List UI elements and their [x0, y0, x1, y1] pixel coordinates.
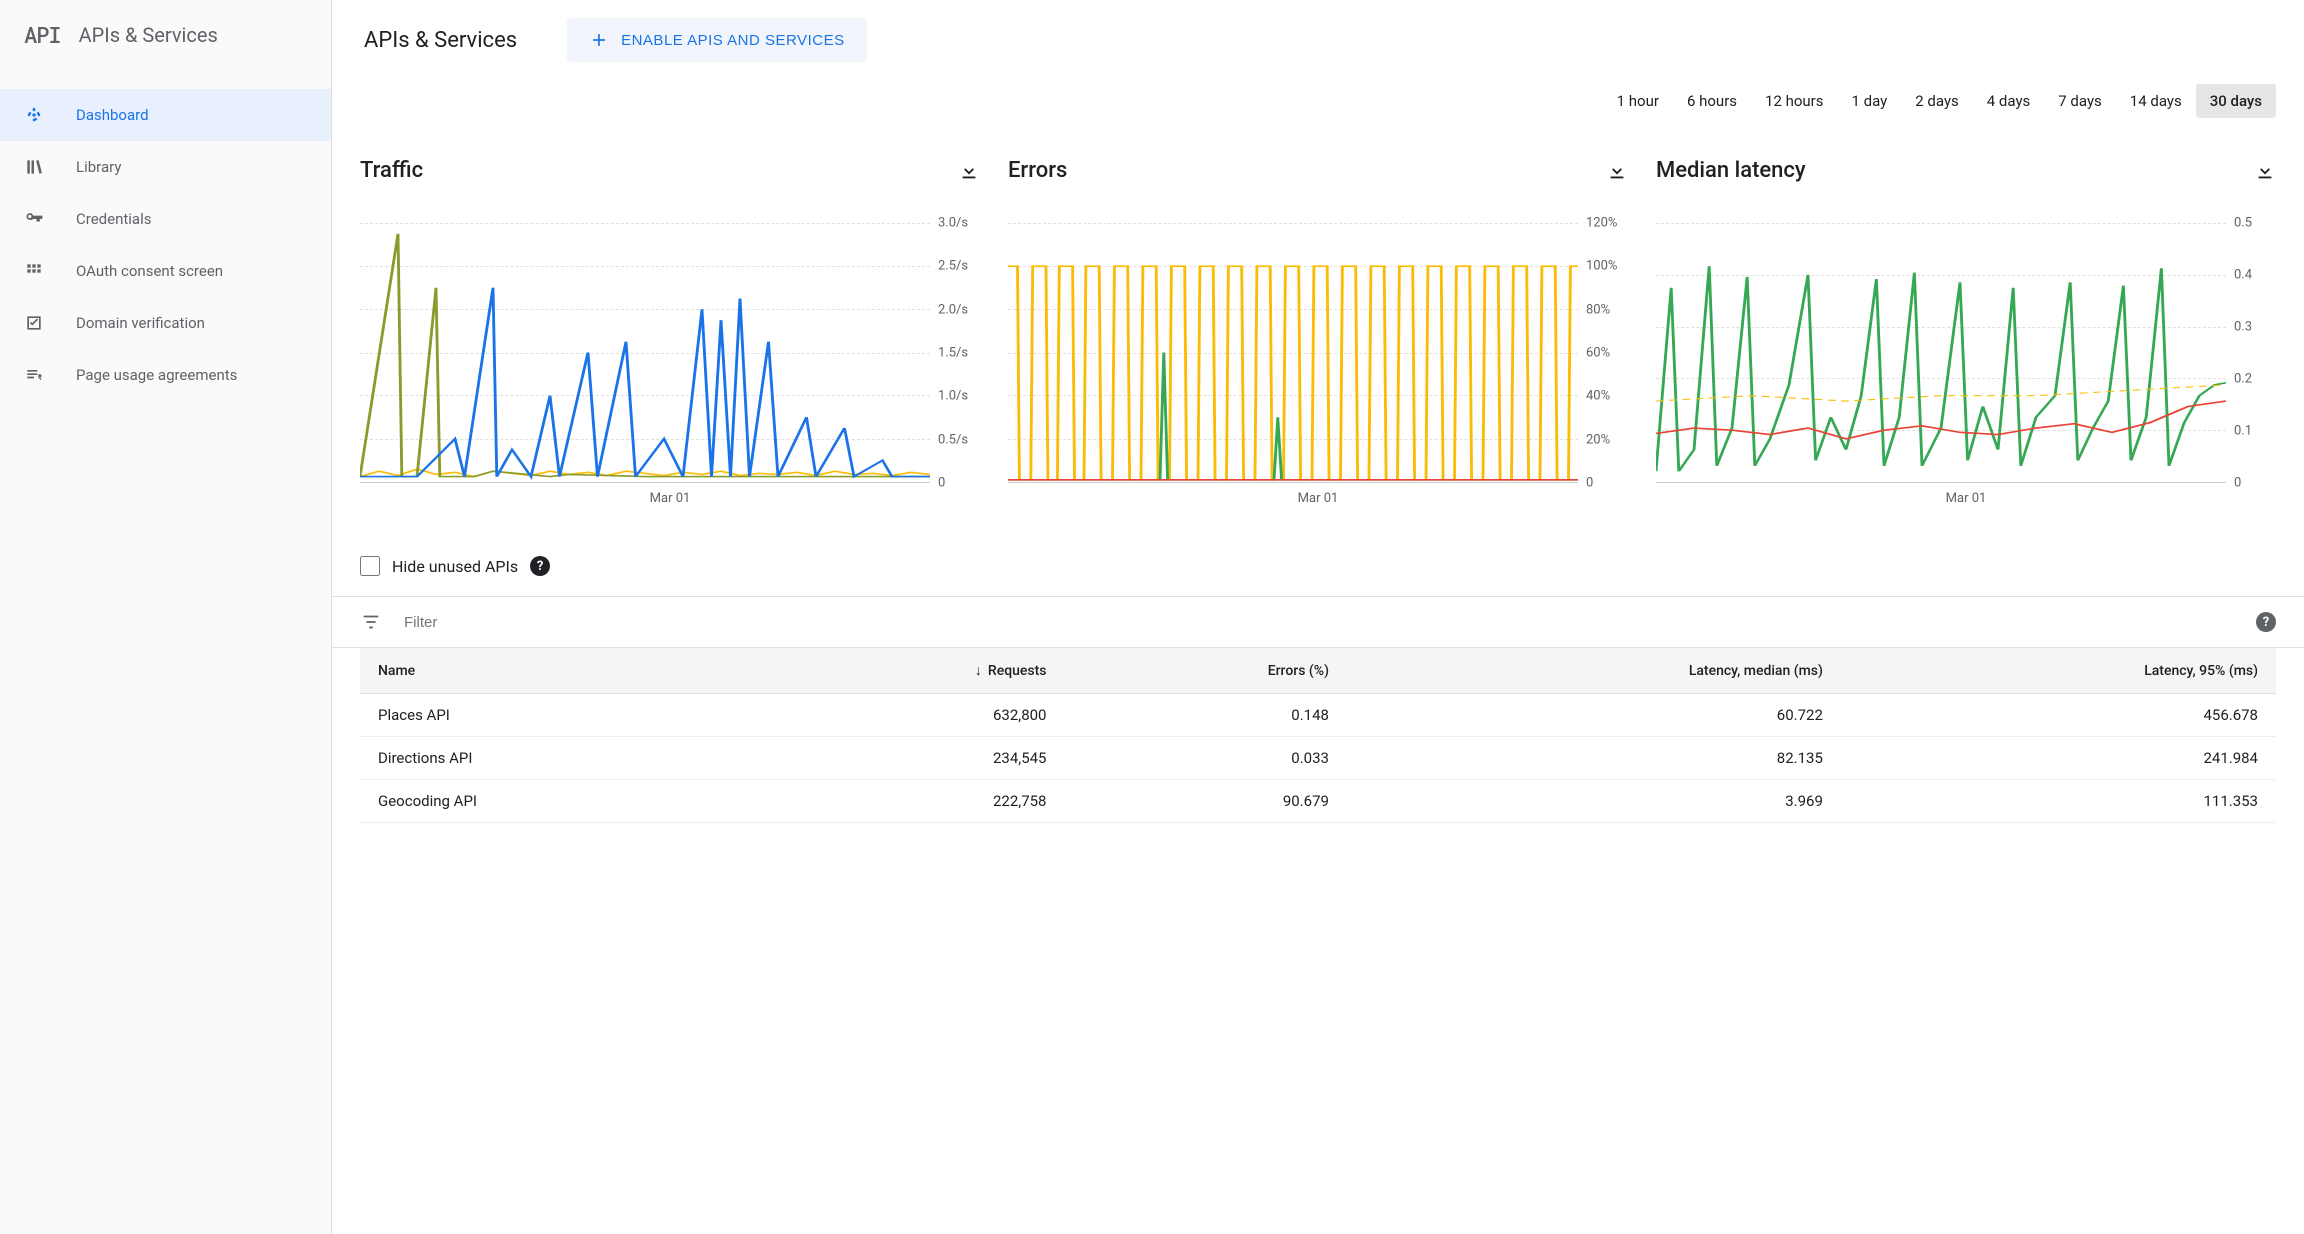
- chart-median-latency: Median latency: [1656, 158, 2276, 506]
- chart-xaxis: Mar 01: [360, 483, 980, 506]
- time-tab-30d[interactable]: 30 days: [2196, 84, 2276, 118]
- consent-icon: [22, 259, 46, 283]
- sidebar: API APIs & Services Dashboard Library: [0, 0, 332, 1234]
- chart-lines: [360, 223, 930, 482]
- time-tab-4d[interactable]: 4 days: [1973, 84, 2045, 118]
- sidebar-item-label: Dashboard: [76, 106, 149, 124]
- apis-table: Name ↓Requests Errors (%) Latency, media…: [360, 648, 2276, 823]
- chart-plot: [360, 223, 930, 483]
- chart-lines: [1008, 223, 1578, 482]
- sidebar-item-oauth-consent[interactable]: OAuth consent screen: [0, 245, 331, 297]
- main-content: APIs & Services ENABLE APIS AND SERVICES…: [332, 0, 2304, 1234]
- sidebar-nav: Dashboard Library Credentials OAuth cons…: [0, 73, 331, 401]
- chart-yaxis: 120% 100% 80% 60% 40% 20% 0: [1578, 223, 1628, 483]
- download-icon[interactable]: [2254, 160, 2276, 182]
- col-latency-median[interactable]: Latency, median (ms): [1347, 648, 1841, 694]
- chart-yaxis: 3.0/s 2.5/s 2.0/s 1.5/s 1.0/s 0.5/s 0: [930, 223, 980, 483]
- check-icon: [22, 311, 46, 335]
- chart-xaxis: Mar 01: [1008, 483, 1628, 506]
- key-icon: [22, 207, 46, 231]
- chart-title: Median latency: [1656, 158, 1806, 183]
- col-name[interactable]: Name: [360, 648, 752, 694]
- chart-plot: [1008, 223, 1578, 483]
- topbar: APIs & Services ENABLE APIS AND SERVICES: [332, 0, 2304, 80]
- filter-icon[interactable]: [360, 611, 382, 633]
- time-tab-1h[interactable]: 1 hour: [1603, 84, 1673, 118]
- chart-plot: [1656, 223, 2226, 483]
- charts-row: Traffic: [332, 128, 2304, 526]
- time-tab-14d[interactable]: 14 days: [2116, 84, 2196, 118]
- sidebar-item-domain-verification[interactable]: Domain verification: [0, 297, 331, 349]
- filter-bar: ?: [332, 596, 2304, 648]
- api-logo: API: [24, 20, 61, 49]
- time-tab-6h[interactable]: 6 hours: [1673, 84, 1751, 118]
- col-errors[interactable]: Errors (%): [1065, 648, 1347, 694]
- sidebar-item-label: Domain verification: [76, 314, 205, 332]
- sidebar-title: APIs & Services: [79, 23, 218, 47]
- col-requests[interactable]: ↓Requests: [752, 648, 1064, 694]
- col-latency-95[interactable]: Latency, 95% (ms): [1841, 648, 2276, 694]
- filter-input[interactable]: [404, 614, 2234, 631]
- sort-arrow-down-icon: ↓: [975, 662, 982, 679]
- time-tab-7d[interactable]: 7 days: [2044, 84, 2116, 118]
- sidebar-item-label: Credentials: [76, 210, 151, 228]
- time-tab-12h[interactable]: 12 hours: [1751, 84, 1838, 118]
- library-icon: [22, 155, 46, 179]
- chart-lines: [1656, 223, 2226, 482]
- hide-unused-label: Hide unused APIs: [392, 557, 518, 576]
- plus-icon: [589, 30, 609, 50]
- dashboard-icon: [22, 103, 46, 127]
- table-row[interactable]: Places API 632,800 0.148 60.722 456.678: [360, 694, 2276, 737]
- chart-traffic: Traffic: [360, 158, 980, 506]
- time-tab-2d[interactable]: 2 days: [1901, 84, 1973, 118]
- sidebar-item-library[interactable]: Library: [0, 141, 331, 193]
- chart-title: Traffic: [360, 158, 423, 183]
- sidebar-item-label: Page usage agreements: [76, 366, 237, 384]
- time-tab-1d[interactable]: 1 day: [1838, 84, 1902, 118]
- help-icon[interactable]: ?: [2256, 612, 2276, 632]
- chart-errors: Errors: [1008, 158, 1628, 506]
- page-title: APIs & Services: [364, 28, 517, 53]
- hide-unused-row: Hide unused APIs ?: [332, 526, 2304, 596]
- sidebar-header: API APIs & Services: [0, 0, 331, 73]
- enable-apis-button[interactable]: ENABLE APIS AND SERVICES: [567, 18, 866, 62]
- download-icon[interactable]: [958, 160, 980, 182]
- agreement-icon: [22, 363, 46, 387]
- help-icon[interactable]: ?: [530, 556, 550, 576]
- enable-apis-label: ENABLE APIS AND SERVICES: [621, 32, 844, 49]
- sidebar-item-label: OAuth consent screen: [76, 262, 223, 280]
- table-row[interactable]: Directions API 234,545 0.033 82.135 241.…: [360, 737, 2276, 780]
- sidebar-item-credentials[interactable]: Credentials: [0, 193, 331, 245]
- time-range-tabs: 1 hour 6 hours 12 hours 1 day 2 days 4 d…: [332, 80, 2304, 128]
- chart-yaxis: 0.5 0.4 0.3 0.2 0.1 0: [2226, 223, 2276, 483]
- chart-title: Errors: [1008, 158, 1067, 183]
- sidebar-item-dashboard[interactable]: Dashboard: [0, 89, 331, 141]
- table-row[interactable]: Geocoding API 222,758 90.679 3.969 111.3…: [360, 780, 2276, 823]
- hide-unused-checkbox[interactable]: [360, 556, 380, 576]
- sidebar-item-label: Library: [76, 158, 121, 176]
- chart-xaxis: Mar 01: [1656, 483, 2276, 506]
- download-icon[interactable]: [1606, 160, 1628, 182]
- sidebar-item-page-usage-agreements[interactable]: Page usage agreements: [0, 349, 331, 401]
